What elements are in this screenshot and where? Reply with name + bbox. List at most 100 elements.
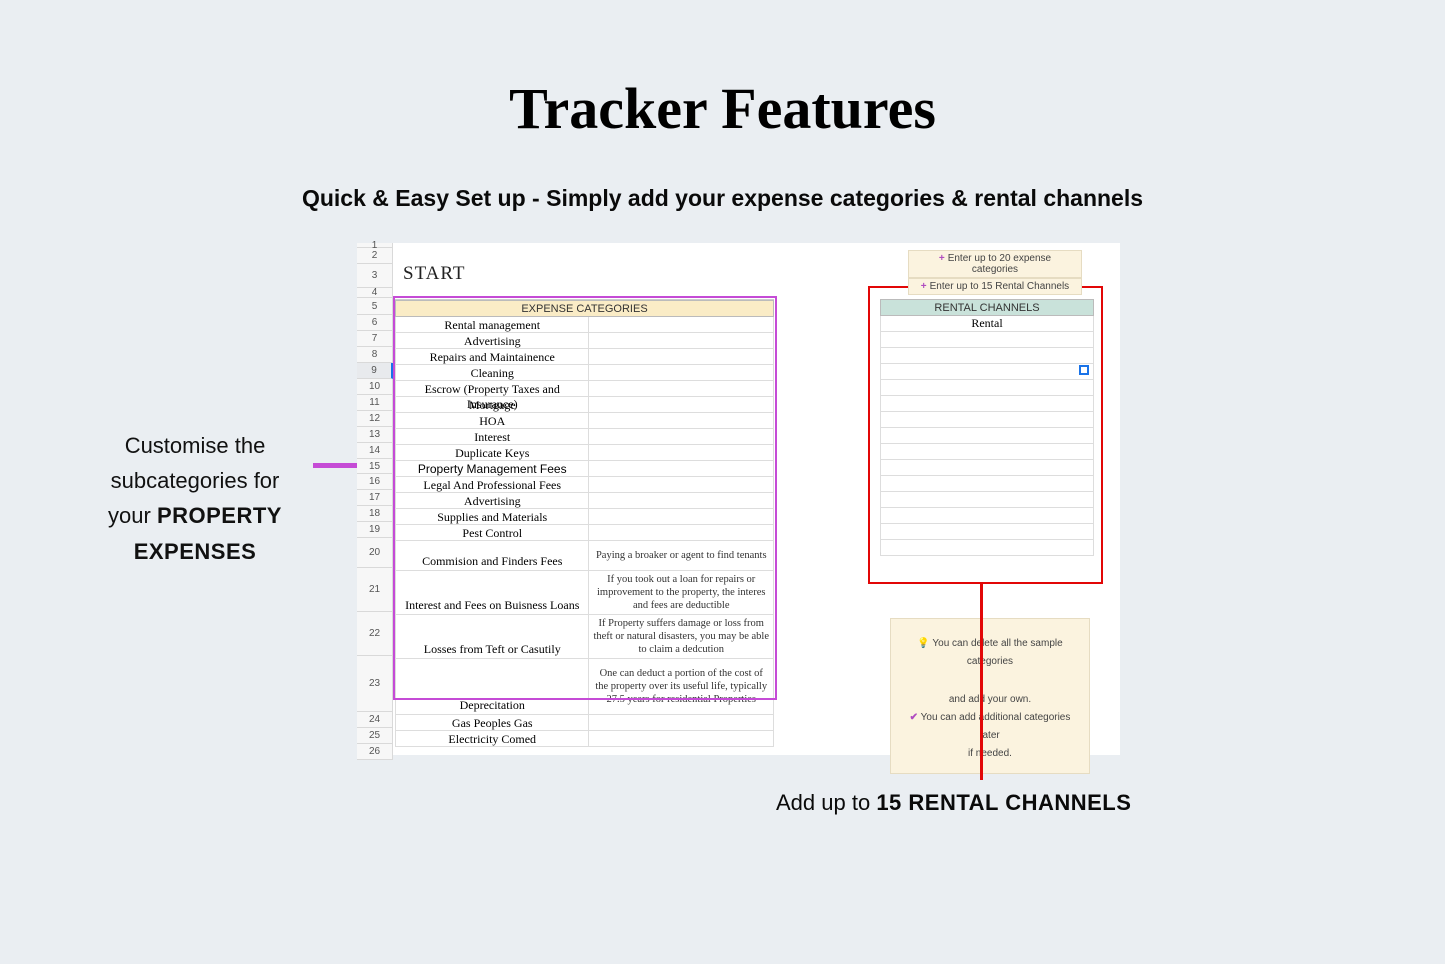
- expense-row[interactable]: Legal And Professional Fees: [395, 477, 774, 493]
- expense-row[interactable]: DeprecitationOne can deduct a portion of…: [395, 659, 774, 715]
- expense-row[interactable]: Electricity Comed: [395, 731, 774, 747]
- expense-row[interactable]: Duplicate Keys: [395, 445, 774, 461]
- expense-desc-cell[interactable]: [589, 333, 773, 348]
- expense-name-cell[interactable]: HOA: [396, 413, 589, 428]
- expense-row[interactable]: Interest: [395, 429, 774, 445]
- expense-name-cell[interactable]: Escrow (Property Taxes and Insurance): [396, 381, 589, 396]
- expense-desc-cell[interactable]: [589, 317, 773, 332]
- row-number[interactable]: 11: [357, 395, 393, 411]
- expense-name-cell[interactable]: Deprecitation: [396, 659, 589, 714]
- expense-name-cell[interactable]: Commision and Finders Fees: [396, 541, 589, 570]
- rental-row[interactable]: [880, 396, 1094, 412]
- row-number[interactable]: 12: [357, 411, 393, 427]
- row-number[interactable]: 9: [357, 363, 393, 379]
- rental-row[interactable]: [880, 348, 1094, 364]
- row-number[interactable]: 20: [357, 538, 393, 568]
- row-number[interactable]: 17: [357, 490, 393, 506]
- expense-desc-cell[interactable]: [589, 493, 773, 508]
- row-number[interactable]: 25: [357, 728, 393, 744]
- expense-name-cell[interactable]: Gas Peoples Gas: [396, 715, 589, 730]
- expense-name-cell[interactable]: Repairs and Maintainence: [396, 349, 589, 364]
- expense-name-cell[interactable]: Electricity Comed: [396, 731, 589, 746]
- expense-desc-cell[interactable]: If you took out a loan for repairs or im…: [589, 571, 773, 614]
- row-number[interactable]: 23: [357, 656, 393, 712]
- expense-name-cell[interactable]: Losses from Teft or Casutily: [396, 615, 589, 658]
- row-number[interactable]: 24: [357, 712, 393, 728]
- expense-name-cell[interactable]: Advertising: [396, 493, 589, 508]
- expense-desc-cell[interactable]: If Property suffers damage or loss from …: [589, 615, 773, 658]
- expense-row[interactable]: HOA: [395, 413, 774, 429]
- expense-name-cell[interactable]: Pest Control: [396, 525, 589, 540]
- row-number[interactable]: 7: [357, 331, 393, 347]
- expense-desc-cell[interactable]: [589, 509, 773, 524]
- expense-desc-cell[interactable]: [589, 429, 773, 444]
- rental-channels-table[interactable]: RENTAL CHANNELS Rental: [880, 299, 1094, 556]
- row-number[interactable]: 21: [357, 568, 393, 612]
- expense-name-cell[interactable]: Interest and Fees on Buisness Loans: [396, 571, 589, 614]
- rental-row[interactable]: [880, 508, 1094, 524]
- expense-name-cell[interactable]: Legal And Professional Fees: [396, 477, 589, 492]
- expense-name-cell[interactable]: Supplies and Materials: [396, 509, 589, 524]
- rental-row[interactable]: [880, 492, 1094, 508]
- expense-name-cell[interactable]: Mortgage: [396, 397, 589, 412]
- expense-row[interactable]: Interest and Fees on Buisness LoansIf yo…: [395, 571, 774, 615]
- expense-desc-cell[interactable]: [589, 445, 773, 460]
- row-number[interactable]: 19: [357, 522, 393, 538]
- expense-desc-cell[interactable]: One can deduct a portion of the cost of …: [589, 659, 773, 714]
- row-number[interactable]: 16: [357, 474, 393, 490]
- expense-row[interactable]: Advertising: [395, 493, 774, 509]
- row-number[interactable]: 8: [357, 347, 393, 363]
- rental-row[interactable]: [880, 332, 1094, 348]
- expense-row[interactable]: Escrow (Property Taxes and Insurance): [395, 381, 774, 397]
- row-number[interactable]: 5: [357, 298, 393, 315]
- expense-row[interactable]: Repairs and Maintainence: [395, 349, 774, 365]
- expense-desc-cell[interactable]: [589, 413, 773, 428]
- expense-name-cell[interactable]: Property Management Fees: [396, 461, 589, 476]
- rental-row[interactable]: [880, 476, 1094, 492]
- expense-name-cell[interactable]: Advertising: [396, 333, 589, 348]
- expense-categories-table[interactable]: EXPENSE CATEGORIES Rental managementAdve…: [395, 299, 774, 747]
- expense-name-cell[interactable]: Duplicate Keys: [396, 445, 589, 460]
- expense-row[interactable]: Rental management: [395, 317, 774, 333]
- expense-row[interactable]: Cleaning: [395, 365, 774, 381]
- rental-row[interactable]: [880, 380, 1094, 396]
- expense-desc-cell[interactable]: [589, 461, 773, 476]
- row-number[interactable]: 4: [357, 288, 393, 298]
- rental-row[interactable]: [880, 428, 1094, 444]
- row-number[interactable]: 15: [357, 459, 393, 474]
- expense-row[interactable]: Gas Peoples Gas: [395, 715, 774, 731]
- row-number[interactable]: 18: [357, 506, 393, 522]
- expense-row[interactable]: Losses from Teft or CasutilyIf Property …: [395, 615, 774, 659]
- expense-desc-cell[interactable]: [589, 715, 773, 730]
- expense-row[interactable]: Advertising: [395, 333, 774, 349]
- rental-row[interactable]: [880, 540, 1094, 556]
- expense-desc-cell[interactable]: [589, 397, 773, 412]
- row-number[interactable]: 6: [357, 315, 393, 331]
- expense-desc-cell[interactable]: Paying a broaker or agent to find tenant…: [589, 541, 773, 570]
- expense-desc-cell[interactable]: [589, 525, 773, 540]
- row-number[interactable]: 13: [357, 427, 393, 443]
- rental-row[interactable]: [880, 412, 1094, 428]
- rental-row[interactable]: [880, 444, 1094, 460]
- expense-desc-cell[interactable]: [589, 381, 773, 396]
- expense-row[interactable]: Property Management Fees: [395, 461, 774, 477]
- expense-desc-cell[interactable]: [589, 349, 773, 364]
- expense-row[interactable]: Commision and Finders FeesPaying a broak…: [395, 541, 774, 571]
- row-number[interactable]: 2: [357, 248, 393, 264]
- row-number[interactable]: 26: [357, 744, 393, 760]
- expense-desc-cell[interactable]: [589, 365, 773, 380]
- expense-row[interactable]: Mortgage: [395, 397, 774, 413]
- expense-desc-cell[interactable]: [589, 731, 773, 746]
- expense-name-cell[interactable]: Cleaning: [396, 365, 589, 380]
- rental-row[interactable]: [880, 364, 1094, 380]
- rental-row[interactable]: [880, 524, 1094, 540]
- row-number[interactable]: 3: [357, 264, 393, 288]
- rental-row[interactable]: Rental: [880, 316, 1094, 332]
- expense-name-cell[interactable]: Interest: [396, 429, 589, 444]
- expense-name-cell[interactable]: Rental management: [396, 317, 589, 332]
- row-number[interactable]: 10: [357, 379, 393, 395]
- row-number[interactable]: 14: [357, 443, 393, 459]
- rental-row[interactable]: [880, 460, 1094, 476]
- expense-desc-cell[interactable]: [589, 477, 773, 492]
- row-number[interactable]: 22: [357, 612, 393, 656]
